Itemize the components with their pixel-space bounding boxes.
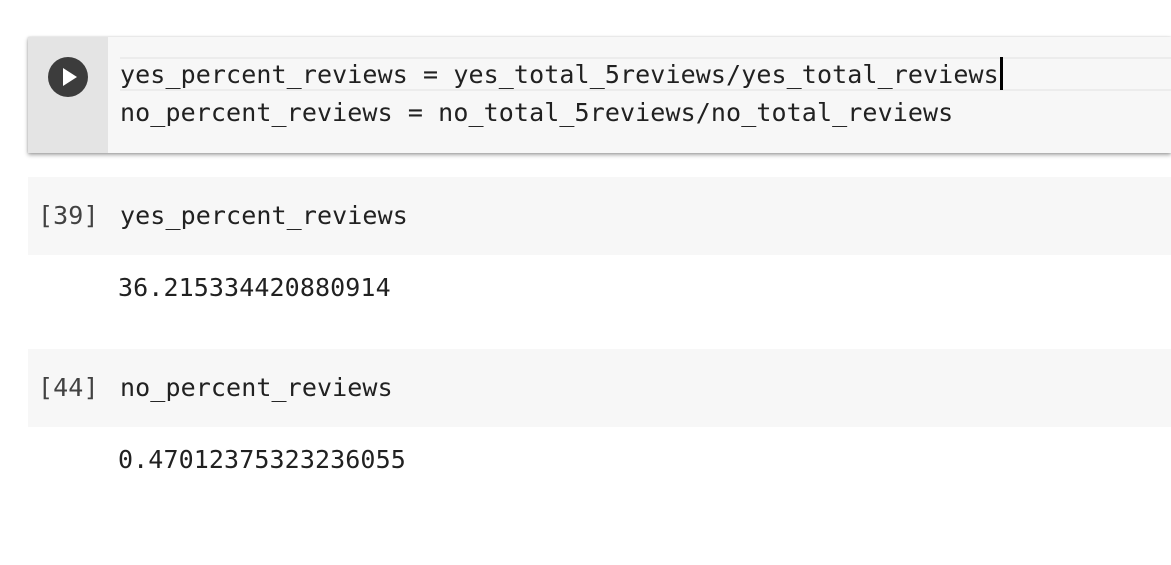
execution-count[interactable]: [44]	[38, 369, 99, 407]
cell-code[interactable]: yes_percent_reviews	[120, 197, 408, 235]
code-cell[interactable]: [39] yes_percent_reviews	[28, 177, 1171, 255]
code-cell[interactable]: [44] no_percent_reviews	[28, 349, 1171, 427]
code-line-text: no_percent_reviews = no_total_5reviews/n…	[120, 98, 954, 127]
execution-count[interactable]: [39]	[38, 197, 99, 235]
code-line[interactable]: no_percent_reviews = no_total_5reviews/n…	[120, 94, 953, 132]
play-icon	[63, 68, 77, 86]
cell-output: 0.47012375323236055	[118, 445, 406, 474]
code-editor[interactable]: yes_percent_reviews = yes_total_5reviews…	[108, 37, 1171, 153]
run-cell-button[interactable]	[48, 57, 88, 97]
cell-gutter	[28, 37, 108, 153]
code-line-text: yes_percent_reviews = yes_total_5reviews…	[120, 60, 999, 89]
cell-output: 36.215334420880914	[118, 273, 391, 302]
text-cursor	[999, 57, 1003, 90]
code-line[interactable]: yes_percent_reviews = yes_total_5reviews…	[120, 56, 1003, 94]
active-code-cell[interactable]: yes_percent_reviews = yes_total_5reviews…	[28, 37, 1171, 153]
cell-code[interactable]: no_percent_reviews	[120, 369, 393, 407]
